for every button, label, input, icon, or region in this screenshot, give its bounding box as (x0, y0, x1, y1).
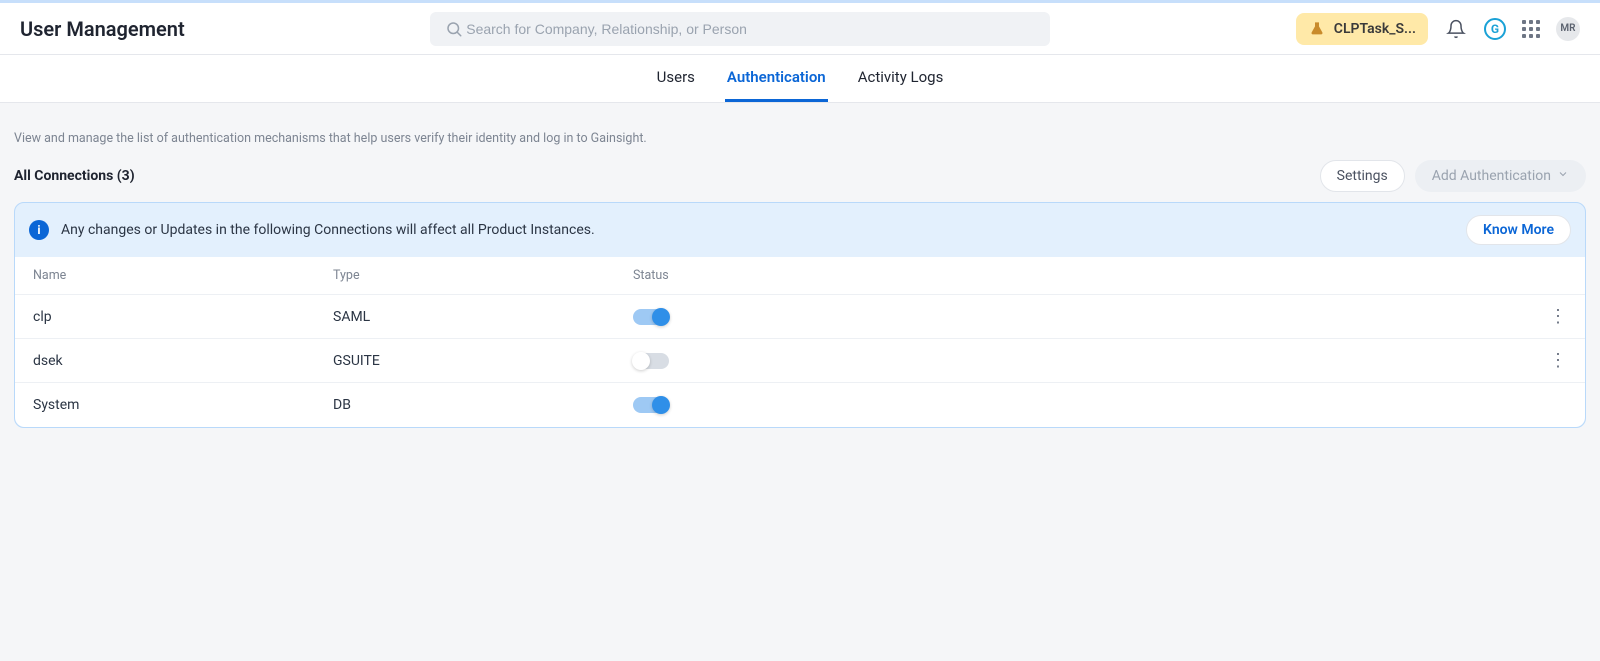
col-status: Status (633, 268, 1507, 283)
g-badge-label: G (1491, 22, 1499, 36)
add-authentication-label: Add Authentication (1432, 168, 1551, 184)
g-badge-icon[interactable]: G (1484, 18, 1506, 40)
flask-icon (1308, 20, 1326, 38)
content: View and manage the list of authenticati… (0, 103, 1600, 458)
search-input[interactable] (466, 21, 1038, 37)
table-row: clp SAML ⋮ (15, 295, 1585, 339)
col-name: Name (33, 268, 333, 283)
table-row: System DB (15, 383, 1585, 427)
cell-status (633, 397, 1507, 413)
cell-type: GSUITE (333, 353, 633, 369)
cell-type: SAML (333, 309, 633, 325)
section-title: All Connections (3) (14, 168, 135, 184)
row-menu-button[interactable]: ⋮ (1507, 308, 1567, 326)
settings-button-label: Settings (1337, 168, 1388, 184)
tab-users[interactable]: Users (655, 55, 697, 102)
cell-status (633, 353, 1507, 369)
info-banner: i Any changes or Updates in the followin… (15, 203, 1585, 257)
task-pill[interactable]: CLPTask_S... (1296, 13, 1428, 45)
task-pill-label: CLPTask_S... (1334, 21, 1416, 37)
top-bar: User Management CLPTask_S... G (0, 3, 1600, 55)
table-row: dsek GSUITE ⋮ (15, 339, 1585, 383)
cell-name: clp (33, 309, 333, 325)
add-authentication-button[interactable]: Add Authentication (1415, 160, 1586, 192)
info-banner-text: Any changes or Updates in the following … (61, 222, 1454, 238)
settings-button[interactable]: Settings (1320, 160, 1405, 192)
search-container (430, 12, 1050, 46)
know-more-button[interactable]: Know More (1466, 215, 1571, 245)
status-toggle[interactable] (633, 397, 669, 413)
search-icon (442, 17, 466, 41)
col-type: Type (333, 268, 633, 283)
cell-name: dsek (33, 353, 333, 369)
row-menu-button[interactable]: ⋮ (1507, 352, 1567, 370)
table-header: Name Type Status (15, 257, 1585, 295)
status-toggle[interactable] (633, 309, 669, 325)
connections-panel: i Any changes or Updates in the followin… (14, 202, 1586, 428)
tab-authentication[interactable]: Authentication (725, 55, 828, 102)
avatar[interactable]: MR (1556, 17, 1580, 41)
help-text: View and manage the list of authenticati… (14, 117, 1586, 152)
tab-activity-logs[interactable]: Activity Logs (856, 55, 946, 102)
topbar-actions: CLPTask_S... G MR (1296, 13, 1580, 45)
apps-icon[interactable] (1522, 20, 1540, 38)
chevron-down-icon (1557, 168, 1569, 184)
section-header: All Connections (3) Settings Add Authent… (14, 152, 1586, 202)
cell-name: System (33, 397, 333, 413)
search-box[interactable] (430, 12, 1050, 46)
sub-nav: Users Authentication Activity Logs (0, 55, 1600, 103)
page-title: User Management (20, 17, 185, 41)
connections-table: Name Type Status clp SAML ⋮ dsek GSUITE (15, 257, 1585, 427)
section-actions: Settings Add Authentication (1320, 160, 1586, 192)
cell-status (633, 309, 1507, 325)
info-icon-char: i (37, 223, 40, 237)
bell-icon[interactable] (1444, 17, 1468, 41)
cell-type: DB (333, 397, 633, 413)
status-toggle[interactable] (633, 353, 669, 369)
avatar-initials: MR (1560, 23, 1575, 34)
info-icon: i (29, 220, 49, 240)
